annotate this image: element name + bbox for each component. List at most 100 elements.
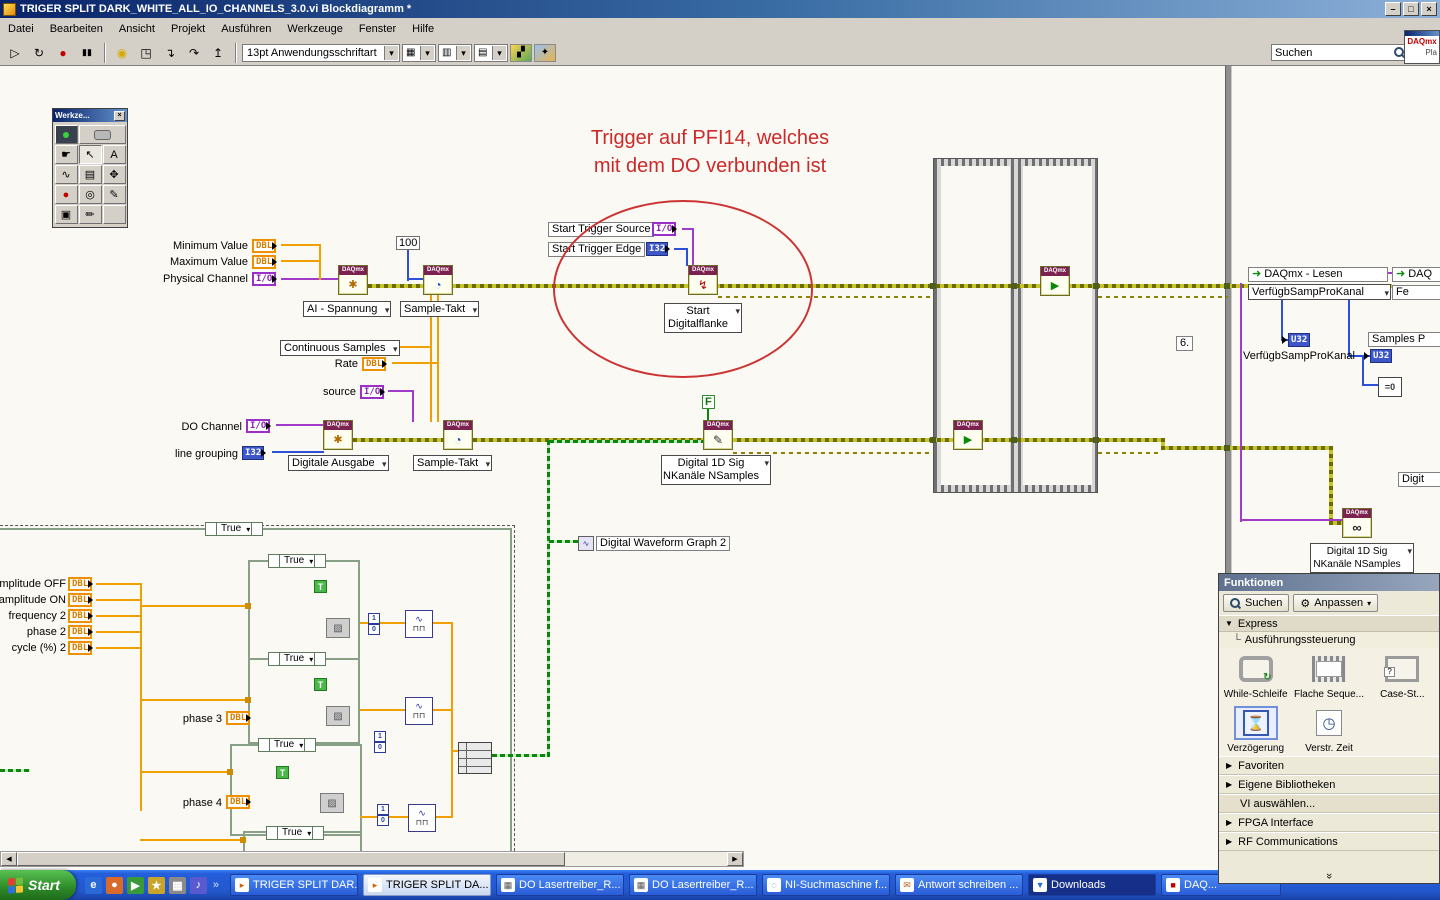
waveform-icon-box-1[interactable]: ▨ [326, 618, 350, 638]
case-selector-label[interactable]: True [280, 653, 314, 666]
source-terminal[interactable]: I/O [360, 385, 386, 399]
case-next-icon[interactable] [304, 739, 315, 751]
taskbar-task-2-active[interactable]: ▸ TRIGER SPLIT DA... [363, 874, 492, 896]
physical-channel-terminal[interactable]: I/O [252, 272, 278, 286]
daqmx-timing-do-node[interactable]: DAQmx [443, 420, 473, 450]
category-express[interactable]: ▼ Express [1219, 615, 1439, 632]
select-constant-1[interactable]: 10 [368, 613, 380, 635]
phase-2-terminal[interactable]: DBL [68, 625, 94, 639]
scroll-tool-icon[interactable]: ✥ [102, 165, 126, 184]
taskbar-task-6[interactable]: ✉ Antwort schreiben ... [895, 874, 1024, 896]
abort-button[interactable]: ● [52, 43, 74, 63]
palette-search-button[interactable]: Suchen [1223, 594, 1290, 612]
digital-waveform-graph-terminal[interactable]: ∿ [578, 536, 594, 551]
category-fpga-interface[interactable]: ▶ FPGA Interface [1219, 813, 1439, 832]
menu-fenster[interactable]: Fenster [351, 20, 404, 38]
select-constant-3[interactable]: 10 [377, 804, 389, 826]
menu-bearbeiten[interactable]: Bearbeiten [42, 20, 111, 38]
object-menu-tool-icon[interactable]: ▤ [78, 165, 102, 184]
reorder-button[interactable]: ▞ [510, 43, 532, 62]
brush-tool-icon[interactable]: ✏ [78, 205, 102, 224]
equal-zero-node[interactable]: =0 [1378, 377, 1402, 397]
font-selector[interactable]: 13pt Anwendungsschriftart [242, 43, 400, 62]
rate-terminal[interactable]: DBL [362, 357, 388, 371]
select-constant-2[interactable]: 10 [374, 731, 386, 753]
taskbar-task-7-downloads[interactable]: ▼ Downloads [1028, 874, 1157, 896]
menu-projekt[interactable]: Projekt [163, 20, 213, 38]
minimize-button[interactable]: – [1385, 2, 1401, 16]
auto-tool-led-icon[interactable] [54, 125, 78, 144]
daqmx-read-property-node[interactable]: DAQmx [1342, 508, 1372, 538]
case-next-icon[interactable] [314, 555, 325, 567]
distribute-objects-dropdown[interactable]: ▥ [438, 43, 472, 62]
palette-item-elapsed-time[interactable]: ◷ Verstr. Zeit [1292, 706, 1365, 754]
operate-value-tool-icon[interactable]: ☛ [54, 145, 78, 164]
true-constant-1[interactable]: T [314, 580, 327, 593]
breakpoint-tool-icon[interactable]: ● [54, 185, 78, 204]
taskbar-task-5[interactable]: ◌ NI-Suchmaschine f... [762, 874, 891, 896]
maximum-value-terminal[interactable]: DBL [252, 255, 278, 269]
menu-werkzeuge[interactable]: Werkzeuge [279, 20, 350, 38]
menu-datei[interactable]: Datei [0, 20, 42, 38]
case-structure-2[interactable] [248, 658, 360, 744]
true-constant-3[interactable]: T [276, 766, 289, 779]
horizontal-scrollbar[interactable]: ◀ ▶ [0, 851, 744, 867]
scroll-right-button[interactable]: ▶ [727, 852, 743, 866]
daqmx-lesen-node-cut[interactable]: ➜ DAQ [1392, 267, 1440, 282]
daqmx-start-task-node-2[interactable]: DAQmx [953, 420, 983, 450]
probe-tool-icon[interactable]: ◎ [78, 185, 102, 204]
run-continuous-button[interactable]: ↻ [28, 43, 50, 63]
case-selector-label[interactable]: True [280, 555, 314, 568]
scroll-left-button[interactable]: ◀ [1, 852, 17, 866]
verfuegbsamp-u32-indicator[interactable]: U32 [1281, 333, 1311, 347]
menu-ansicht[interactable]: Ansicht [111, 20, 163, 38]
step-out-button[interactable]: ↥ [207, 43, 229, 63]
highlight-execution-icon[interactable]: ◉ [111, 43, 133, 63]
false-constant[interactable]: F [702, 395, 715, 409]
phase-3-terminal[interactable]: DBL [226, 711, 252, 725]
taskbar-task-3[interactable]: ▦ DO Lasertreiber_R... [496, 874, 625, 896]
palette-expand-button[interactable]: » [1219, 869, 1439, 883]
case-prev-icon[interactable] [269, 653, 280, 665]
digital-1d-sig-dropdown-right[interactable]: Digital 1D Sig NKanäle NSamples [1310, 543, 1414, 573]
line-grouping-terminal[interactable]: I32 [242, 446, 267, 460]
close-button[interactable]: × [1421, 2, 1437, 16]
cleanup-diagram-button[interactable]: ✦ [534, 43, 556, 62]
phase-4-terminal[interactable]: DBL [226, 795, 252, 809]
case-structure-3[interactable] [230, 744, 362, 836]
palette-customize-button[interactable]: ⚙ Anpassen ▾ [1293, 594, 1379, 612]
palette-item-time-delay[interactable]: ⌛ Verzögerung [1219, 706, 1292, 754]
samples-u32-terminal[interactable]: U32 [1363, 349, 1393, 363]
continuous-samples-dropdown[interactable]: Continuous Samples [280, 340, 400, 356]
amplitude-off-terminal[interactable]: DBL [68, 577, 94, 591]
amplitude-on-terminal[interactable]: DBL [68, 593, 94, 607]
category-eigene-bibliotheken[interactable]: ▶ Eigene Bibliotheken [1219, 775, 1439, 794]
daqmx-timing-ai-node[interactable]: DAQmx [423, 265, 453, 295]
quicklaunch-ni-icon[interactable]: ▦ [168, 876, 186, 894]
quicklaunch-internet-icon[interactable]: e [84, 876, 102, 894]
quicklaunch-overflow-icon[interactable]: » [211, 879, 221, 891]
daqmx-lesen-node[interactable]: ➜ DAQmx - Lesen [1248, 267, 1388, 282]
case-prev-icon[interactable] [267, 827, 278, 839]
cycle-2-terminal[interactable]: DBL [68, 641, 94, 655]
run-button[interactable]: ▷ [4, 43, 26, 63]
step-over-button[interactable]: ↷ [183, 43, 205, 63]
maximize-button[interactable]: □ [1403, 2, 1419, 16]
tools-palette-titlebar[interactable]: Werkze... × [53, 109, 127, 122]
menu-hilfe[interactable]: Hilfe [404, 20, 442, 38]
daqmx-mini-window[interactable]: DAQmx Pla [1404, 30, 1440, 64]
position-select-tool-icon[interactable]: ↖ [78, 145, 102, 164]
close-icon[interactable]: × [114, 110, 125, 121]
search-input[interactable]: Suchen [1271, 44, 1409, 61]
ai-spannung-dropdown[interactable]: AI - Spannung [303, 301, 392, 317]
color-copy-tool-icon[interactable]: ✎ [102, 185, 126, 204]
set-color-tool-icon[interactable]: ▣ [54, 205, 78, 224]
case-selector-label[interactable]: True [278, 827, 312, 840]
case-selector-4[interactable]: True [266, 826, 325, 840]
taskbar-task-4[interactable]: ▦ DO Lasertreiber_R... [629, 874, 758, 896]
case-prev-icon[interactable] [206, 523, 217, 535]
build-array-node[interactable] [458, 742, 492, 774]
sample-takt-dropdown-do[interactable]: Sample-Takt [413, 455, 493, 471]
edit-text-tool-icon[interactable]: A [102, 145, 126, 164]
case-next-icon[interactable] [251, 523, 262, 535]
